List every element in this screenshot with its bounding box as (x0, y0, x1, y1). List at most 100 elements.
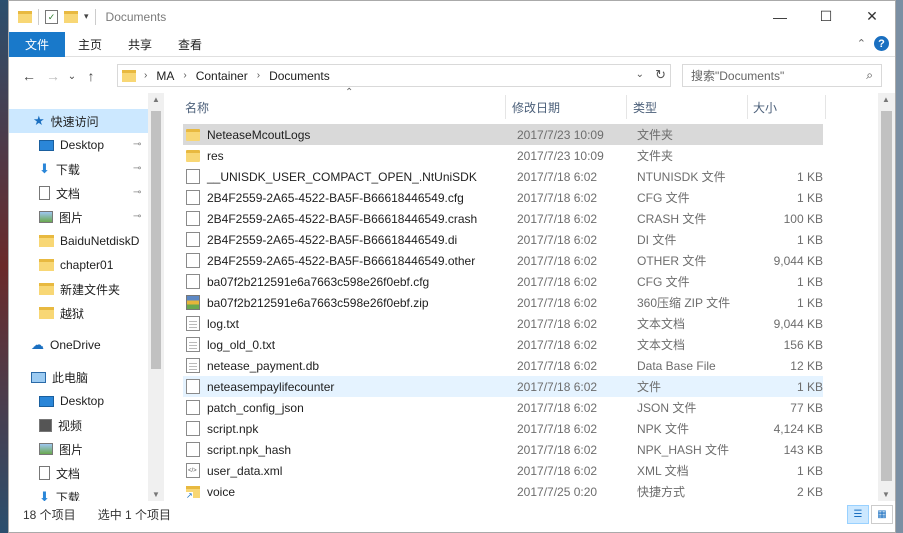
file-row[interactable]: log.txt 2017/7/18 6:02 文本文档 9,044 KB (183, 313, 823, 334)
file-name: 2B4F2559-2A65-4522-BA5F-B66618446549.cfg (207, 190, 464, 205)
sidebar-item[interactable]: 图片 (39, 205, 83, 229)
properties-icon[interactable]: ✓ (45, 9, 58, 24)
forward-button[interactable]: → (41, 64, 65, 88)
search-input[interactable]: 搜索"Documents" ⌕ (682, 64, 882, 87)
breadcrumb-item[interactable]: Documents (269, 69, 330, 83)
sidebar-item[interactable]: chapter01 (39, 253, 113, 277)
sidebar-item[interactable]: 视频 (39, 413, 82, 437)
minimize-button[interactable]: — (757, 1, 803, 32)
tab-file[interactable]: 文件 (9, 31, 65, 57)
column-header-name[interactable]: 名称 (185, 93, 505, 121)
column-divider[interactable] (747, 95, 748, 119)
sidebar-item[interactable]: 文档 (39, 181, 80, 205)
column-divider[interactable] (505, 95, 506, 119)
sidebar-item[interactable]: BaiduNetdiskD (39, 229, 139, 253)
file-row[interactable]: 2B4F2559-2A65-4522-BA5F-B66618446549.cfg… (183, 187, 823, 208)
column-header-type[interactable]: 类型 (633, 93, 743, 121)
sidebar-item-label: Desktop (60, 394, 105, 408)
folder-icon (39, 259, 54, 271)
scroll-up-arrow[interactable]: ▲ (882, 95, 890, 104)
nav-pane-scrollbar[interactable]: ▲ ▼ (148, 93, 164, 501)
column-header-size[interactable]: 大小 (753, 93, 823, 121)
file-row[interactable]: __UNISDK_USER_COMPACT_OPEN_.NtUniSDK 2017… (183, 166, 823, 187)
file-row[interactable]: neteasempaylifecounter 2017/7/18 6:02 文件 1 … (183, 376, 823, 397)
back-button[interactable]: ← (17, 64, 41, 88)
sidebar-item-label: 此电脑 (52, 370, 89, 385)
sidebar-item[interactable]: ★ 快速访问 (9, 109, 148, 133)
pin-icon[interactable]: ⊸ (133, 139, 141, 150)
sidebar-item[interactable]: 文档 (39, 461, 80, 485)
sidebar-item[interactable]: 越狱 (39, 301, 84, 325)
column-divider[interactable] (825, 95, 826, 119)
column-header-date[interactable]: 修改日期 (512, 93, 622, 121)
file-list: ⌃ 名称 修改日期 类型 大小 NeteaseMcoutLogs 2017/7/2… (179, 87, 879, 502)
blank-file-icon (186, 253, 200, 268)
expand-ribbon-icon[interactable]: ⌃ (857, 37, 866, 50)
file-name: 2B4F2559-2A65-4522-BA5F-B66618446549.oth… (207, 253, 476, 268)
quick-access-toolbar: ✓ ▾ (9, 8, 96, 25)
scroll-down-arrow[interactable]: ▼ (882, 490, 890, 499)
tab-home[interactable]: 主页 (65, 32, 115, 57)
up-button[interactable]: ↑ (79, 64, 103, 88)
file-row[interactable]: 2B4F2559-2A65-4522-BA5F-B66618446549.cra… (183, 208, 823, 229)
title-bar[interactable]: ✓ ▾ Documents — ☐ ✕ (9, 1, 895, 32)
details-view-button[interactable]: ☰ (847, 505, 869, 524)
refresh-button[interactable]: ↻ (655, 67, 666, 83)
sidebar-item[interactable]: ⬇ 下载 (39, 485, 80, 501)
large-icons-view-button[interactable]: ▦ (871, 505, 893, 524)
sidebar-item[interactable]: Desktop (39, 133, 104, 157)
file-row[interactable]: script.npk 2017/7/18 6:02 NPK 文件 4,124 KB (183, 418, 823, 439)
text-file-icon (186, 337, 200, 352)
file-row[interactable]: 2B4F2559-2A65-4522-BA5F-B66618446549.oth… (183, 250, 823, 271)
column-label: 类型 (633, 100, 658, 115)
pin-icon[interactable]: ⊸ (133, 163, 141, 174)
file-row[interactable]: res 2017/7/23 10:09 文件夹 (183, 145, 823, 166)
sidebar-item-label: 图片 (59, 210, 84, 225)
tab-view[interactable]: 查看 (165, 32, 215, 57)
close-button[interactable]: ✕ (849, 1, 895, 32)
maximize-button[interactable]: ☐ (803, 1, 849, 32)
sidebar-item[interactable]: 此电脑 (31, 365, 88, 389)
chevron-down-icon[interactable]: ⌄ (636, 69, 644, 80)
new-folder-icon[interactable] (64, 10, 78, 23)
file-row[interactable]: voice 2017/7/25 0:20 快捷方式 2 KB (183, 481, 823, 502)
document-icon (39, 186, 50, 200)
file-row[interactable]: ba07f2b212591e6a7663c598e26f0ebf.zip 2017… (183, 292, 823, 313)
navigation-pane: ★ 快速访问 Desktop ⊸ ⬇ 下载 ⊸ 文档 ⊸ 图片 ⊸ BaiduNetdiskD chap… (9, 93, 164, 501)
sidebar-item[interactable]: 图片 (39, 437, 83, 461)
address-bar[interactable]: › MA › Container › Documents ⌄ ↻ (117, 64, 671, 87)
breadcrumb-item[interactable]: MA (156, 69, 174, 83)
file-list-scrollbar[interactable]: ▲ ▼ (878, 93, 895, 501)
scroll-down-arrow[interactable]: ▼ (152, 490, 160, 499)
file-row[interactable]: netease_payment.db 2017/7/18 6:02 Data Bas… (183, 355, 823, 376)
scroll-thumb[interactable] (151, 111, 161, 369)
help-icon[interactable]: ? (874, 36, 889, 51)
column-divider[interactable] (626, 95, 627, 119)
file-row[interactable]: log_old_0.txt 2017/7/18 6:02 文本文档 156 KB (183, 334, 823, 355)
sidebar-item[interactable]: Desktop (39, 389, 104, 413)
file-row[interactable]: script.npk_hash 2017/7/18 6:02 NPK_HASH 文件… (183, 439, 823, 460)
sidebar-item[interactable]: ☁ OneDrive (31, 333, 101, 357)
file-row[interactable]: patch_config_json 2017/7/18 6:02 JSON 文件 77… (183, 397, 823, 418)
search-icon: ⌕ (866, 68, 873, 82)
file-row[interactable]: 2B4F2559-2A65-4522-BA5F-B66618446549.di 2… (183, 229, 823, 250)
file-row[interactable]: NeteaseMcoutLogs 2017/7/23 10:09 文件夹 (183, 124, 823, 145)
recent-locations-button[interactable]: ⌄ (65, 64, 79, 88)
sidebar-item[interactable]: 新建文件夹 (39, 277, 120, 301)
scroll-up-arrow[interactable]: ▲ (152, 95, 160, 104)
pin-icon[interactable]: ⊸ (133, 187, 141, 198)
file-size: 1 KB (796, 232, 823, 247)
customize-toolbar-icon[interactable]: ▾ (84, 11, 89, 22)
desktop-background-right (896, 0, 903, 533)
sidebar-item[interactable]: ⬇ 下载 (39, 157, 80, 181)
picture-icon (39, 211, 53, 223)
file-name: neteasempaylifecounter (207, 379, 335, 394)
tab-share[interactable]: 共享 (115, 32, 165, 57)
file-size: 77 KB (790, 400, 823, 415)
file-size: 1 KB (796, 274, 823, 289)
breadcrumb-item[interactable]: Container (196, 69, 248, 83)
file-row[interactable]: user_data.xml 2017/7/18 6:02 XML 文档 1 KB (183, 460, 823, 481)
scroll-thumb[interactable] (881, 111, 892, 481)
pin-icon[interactable]: ⊸ (133, 211, 141, 222)
file-row[interactable]: ba07f2b212591e6a7663c598e26f0ebf.cfg 2017… (183, 271, 823, 292)
